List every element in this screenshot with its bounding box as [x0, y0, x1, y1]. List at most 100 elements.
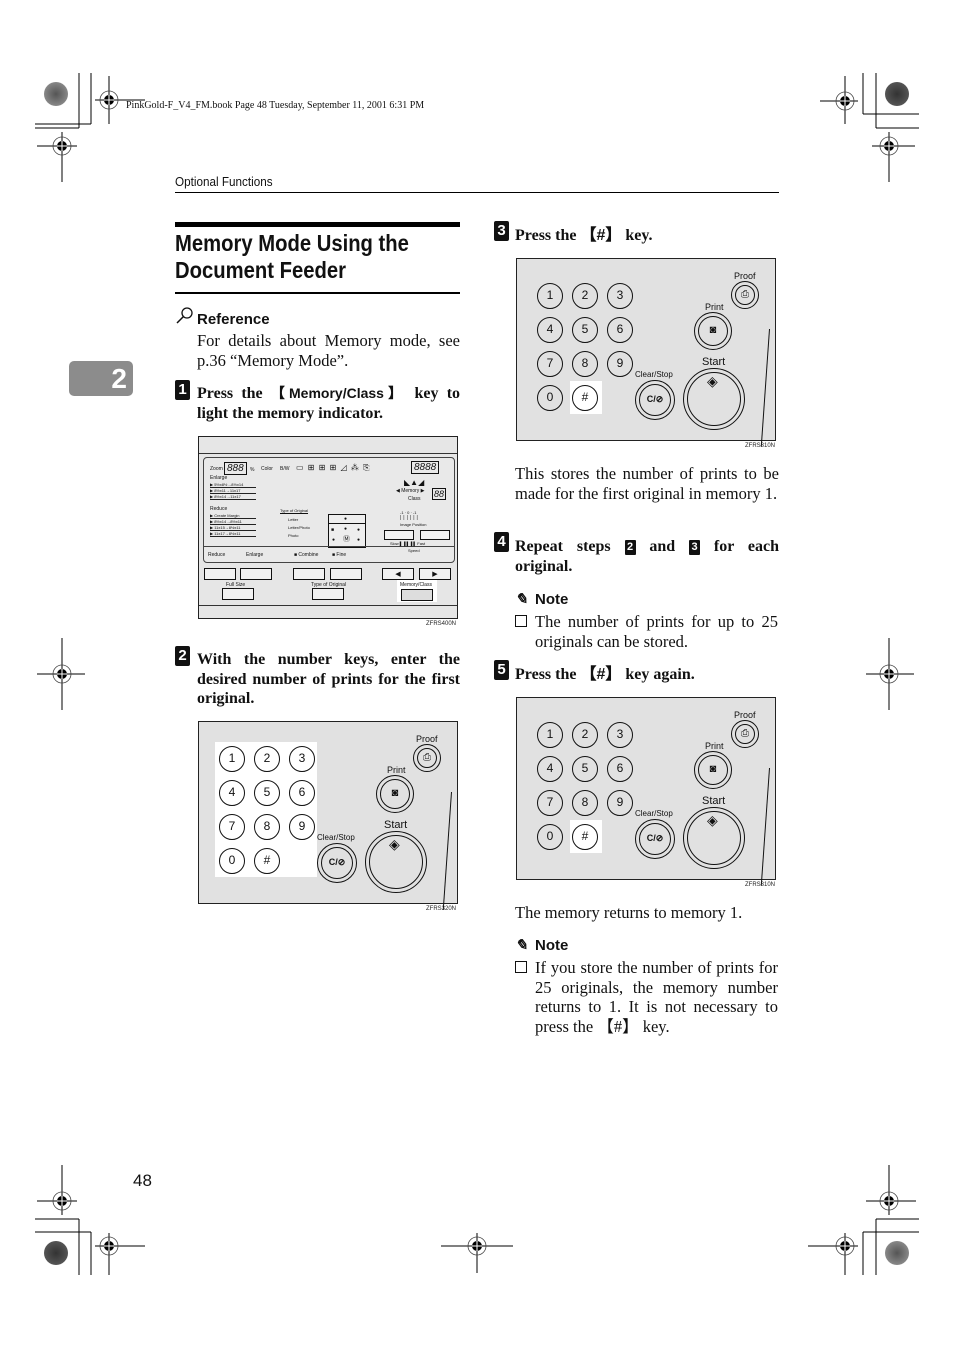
number-key-2[interactable]: 2	[572, 722, 598, 748]
mode-selector-diagram: ● ■ ● ● ● Ⓜ ●	[328, 514, 366, 548]
step-ref-3[interactable]: 3	[689, 539, 701, 555]
counter-display: 8888	[411, 461, 440, 474]
number-key-5[interactable]: 5	[254, 780, 280, 806]
start-diamond-icon: ◈	[707, 373, 718, 389]
image-position-left-button[interactable]	[384, 530, 414, 540]
hash-key[interactable]: #	[572, 385, 598, 411]
note-heading: ✎ Note	[515, 590, 568, 608]
image-position-label: Image Position	[400, 522, 427, 527]
registration-marks-svg	[35, 73, 919, 1275]
number-key-9[interactable]: 9	[607, 790, 633, 816]
memory-display: 88	[432, 488, 447, 500]
number-key-9[interactable]: 9	[607, 351, 633, 377]
start-diamond-icon: ◈	[389, 836, 400, 852]
hash-key-label: 【#】	[580, 666, 622, 683]
number-key-5[interactable]: 5	[572, 756, 598, 782]
reduce-item: ▶ 11x17→8½x11	[210, 531, 256, 537]
number-key-7[interactable]: 7	[219, 814, 245, 840]
speed-up-button[interactable]: ▶	[419, 568, 451, 580]
bw-label: B/W	[280, 466, 290, 472]
clear-stop-key: C/⊘	[639, 823, 671, 855]
keypad-figure-b: 1 2 3 4 5 6 7 8 9 0 # Proof ⎙ Print ◙ Clear/Stop C/⊘ Star…	[516, 258, 776, 447]
number-key-2[interactable]: 2	[254, 746, 280, 772]
note-heading-text: Note	[535, 591, 569, 608]
note-item: If you store the number of prints for 25…	[515, 958, 779, 1036]
step-text-part: Repeat steps	[515, 538, 625, 555]
step-text-part: key.	[621, 227, 653, 244]
step-ref-2[interactable]: 2	[624, 539, 636, 555]
number-key-0[interactable]: 0	[219, 848, 245, 874]
number-key-8[interactable]: 8	[254, 814, 280, 840]
memory-class-key-label: 【Memory/Class】	[270, 385, 407, 401]
proof-icon: ⎙	[735, 285, 755, 305]
display-area: Zoom 888 % Color B/W ▭ ⊞ ⊞ ⊞ ◿ ⁂ ⎘ 8888 …	[203, 457, 455, 563]
reduce-list: ▶ Create Margin ▶ 8½x14→8½x11 ▶ 11x15→8½…	[210, 513, 256, 537]
full-size-button[interactable]	[222, 588, 254, 600]
type-item: Letter	[288, 517, 299, 522]
control-panel-figure: Zoom 888 % Color B/W ▭ ⊞ ⊞ ⊞ ◿ ⁂ ⎘ 8888 …	[198, 436, 458, 619]
number-key-6[interactable]: 6	[289, 780, 315, 806]
start-diamond-icon: ◈	[707, 812, 718, 828]
crop-mark-top-left	[0, 0, 954, 1348]
number-key-4[interactable]: 4	[537, 756, 563, 782]
speed-down-button[interactable]: ◀	[382, 568, 414, 580]
print-icon: ◙	[698, 755, 728, 785]
step-number: 1	[175, 380, 190, 400]
hash-key[interactable]: #	[572, 824, 598, 850]
color-disc-icon	[44, 82, 68, 106]
figure-code: ZFRS310N	[745, 443, 776, 449]
mode-a-icon: ●	[357, 537, 361, 543]
number-key-8[interactable]: 8	[572, 790, 598, 816]
memory-class-button[interactable]	[401, 589, 433, 601]
number-key-6[interactable]: 6	[607, 756, 633, 782]
type-of-original-label: Type of Original	[280, 508, 309, 513]
zoom-display: 888	[224, 462, 247, 475]
image-position-right-button[interactable]	[420, 530, 450, 540]
enlarge-button[interactable]	[240, 568, 272, 580]
hash-key[interactable]: #	[254, 848, 280, 874]
number-key-1[interactable]: 1	[537, 283, 563, 309]
checkbox-bullet-icon	[515, 961, 527, 973]
fine-button[interactable]	[330, 568, 362, 580]
clear-stop-key: C/⊘	[321, 847, 353, 879]
memory-label: Memory	[401, 488, 420, 494]
percent-label: %	[250, 467, 255, 473]
print-icon: ◙	[380, 779, 410, 809]
number-key-8[interactable]: 8	[572, 351, 598, 377]
combine-label: ■ Combine	[294, 552, 319, 558]
number-key-0[interactable]: 0	[537, 824, 563, 850]
number-key-7[interactable]: 7	[537, 351, 563, 377]
number-key-0[interactable]: 0	[537, 385, 563, 411]
mode-d-icon: ●	[344, 526, 348, 532]
combine-button[interactable]	[293, 568, 325, 580]
number-key-4[interactable]: 4	[537, 317, 563, 343]
number-key-2[interactable]: 2	[572, 283, 598, 309]
reduce-item-text: 11x17→8½x11	[214, 531, 241, 536]
number-key-1[interactable]: 1	[219, 746, 245, 772]
reduce-button[interactable]	[204, 568, 236, 580]
number-key-3[interactable]: 3	[607, 283, 633, 309]
running-head: Optional Functions	[175, 174, 273, 189]
reduce-button-label: Reduce	[208, 552, 226, 558]
number-key-1[interactable]: 1	[537, 722, 563, 748]
step-3-text: Press the 【#】 key.	[515, 226, 779, 246]
hash-key-label: 【#】	[580, 227, 622, 244]
proof-icon: ⎙	[417, 748, 437, 768]
number-key-6[interactable]: 6	[607, 317, 633, 343]
enlarge-button-label: Enlarge	[246, 552, 264, 558]
proof-label: Proof	[734, 271, 756, 281]
clear-stop-label: Clear/Stop	[635, 809, 673, 818]
number-key-7[interactable]: 7	[537, 790, 563, 816]
reference-heading-text: Reference	[197, 311, 270, 328]
number-key-4[interactable]: 4	[219, 780, 245, 806]
print-label: Print	[387, 765, 406, 775]
color-disc-icon	[885, 82, 909, 106]
step-1-text: Press the 【Memory/Class】 key to light th…	[197, 384, 460, 423]
figure-code: ZFRS310N	[745, 882, 776, 888]
number-key-9[interactable]: 9	[289, 814, 315, 840]
magnifier-icon	[175, 306, 197, 328]
number-key-3[interactable]: 3	[607, 722, 633, 748]
number-key-3[interactable]: 3	[289, 746, 315, 772]
type-of-original-button[interactable]	[312, 588, 344, 600]
number-key-5[interactable]: 5	[572, 317, 598, 343]
